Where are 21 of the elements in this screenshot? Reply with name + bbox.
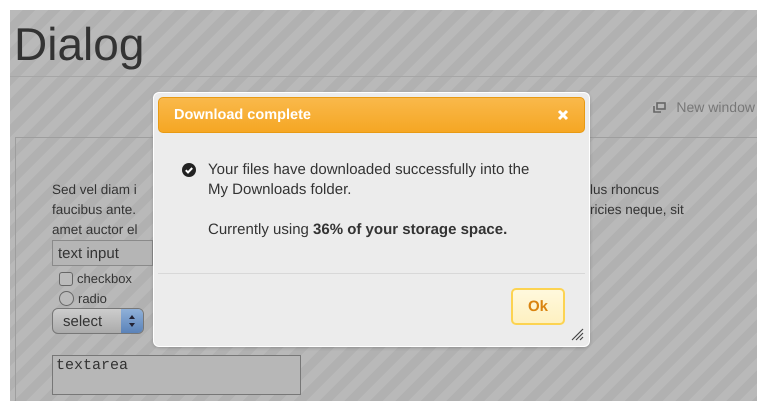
radio-label: radio <box>78 291 107 306</box>
checkbox[interactable] <box>59 272 73 286</box>
paragraph-text: faucibus ante. <box>52 201 138 219</box>
paragraph-text: amet auctor el <box>52 221 139 239</box>
select-dropdown[interactable]: select <box>52 308 144 334</box>
paragraph-text: ricies neque, sit <box>590 201 685 219</box>
page-title: Dialog <box>14 18 144 70</box>
check-circle-icon <box>182 163 196 177</box>
resize-grip-icon[interactable] <box>570 327 584 341</box>
stepper-arrows-icon <box>121 309 143 333</box>
dialog-title: Download complete <box>174 107 311 123</box>
textarea-field[interactable]: textarea <box>52 355 301 395</box>
paragraph-text: Sed vel diam i <box>52 181 138 199</box>
paragraph-text: lus rhoncus <box>590 181 660 199</box>
text-input-field[interactable]: text input <box>52 240 153 266</box>
checkbox-label: checkbox <box>77 271 132 286</box>
radio-button[interactable] <box>59 291 74 306</box>
storage-usage-text: Currently using 36% of your storage space. <box>208 220 508 240</box>
close-icon[interactable] <box>557 109 569 121</box>
new-window-icon <box>653 102 666 112</box>
message-text: Your files have downloaded successfully into the My Downloads folder. <box>208 160 530 200</box>
